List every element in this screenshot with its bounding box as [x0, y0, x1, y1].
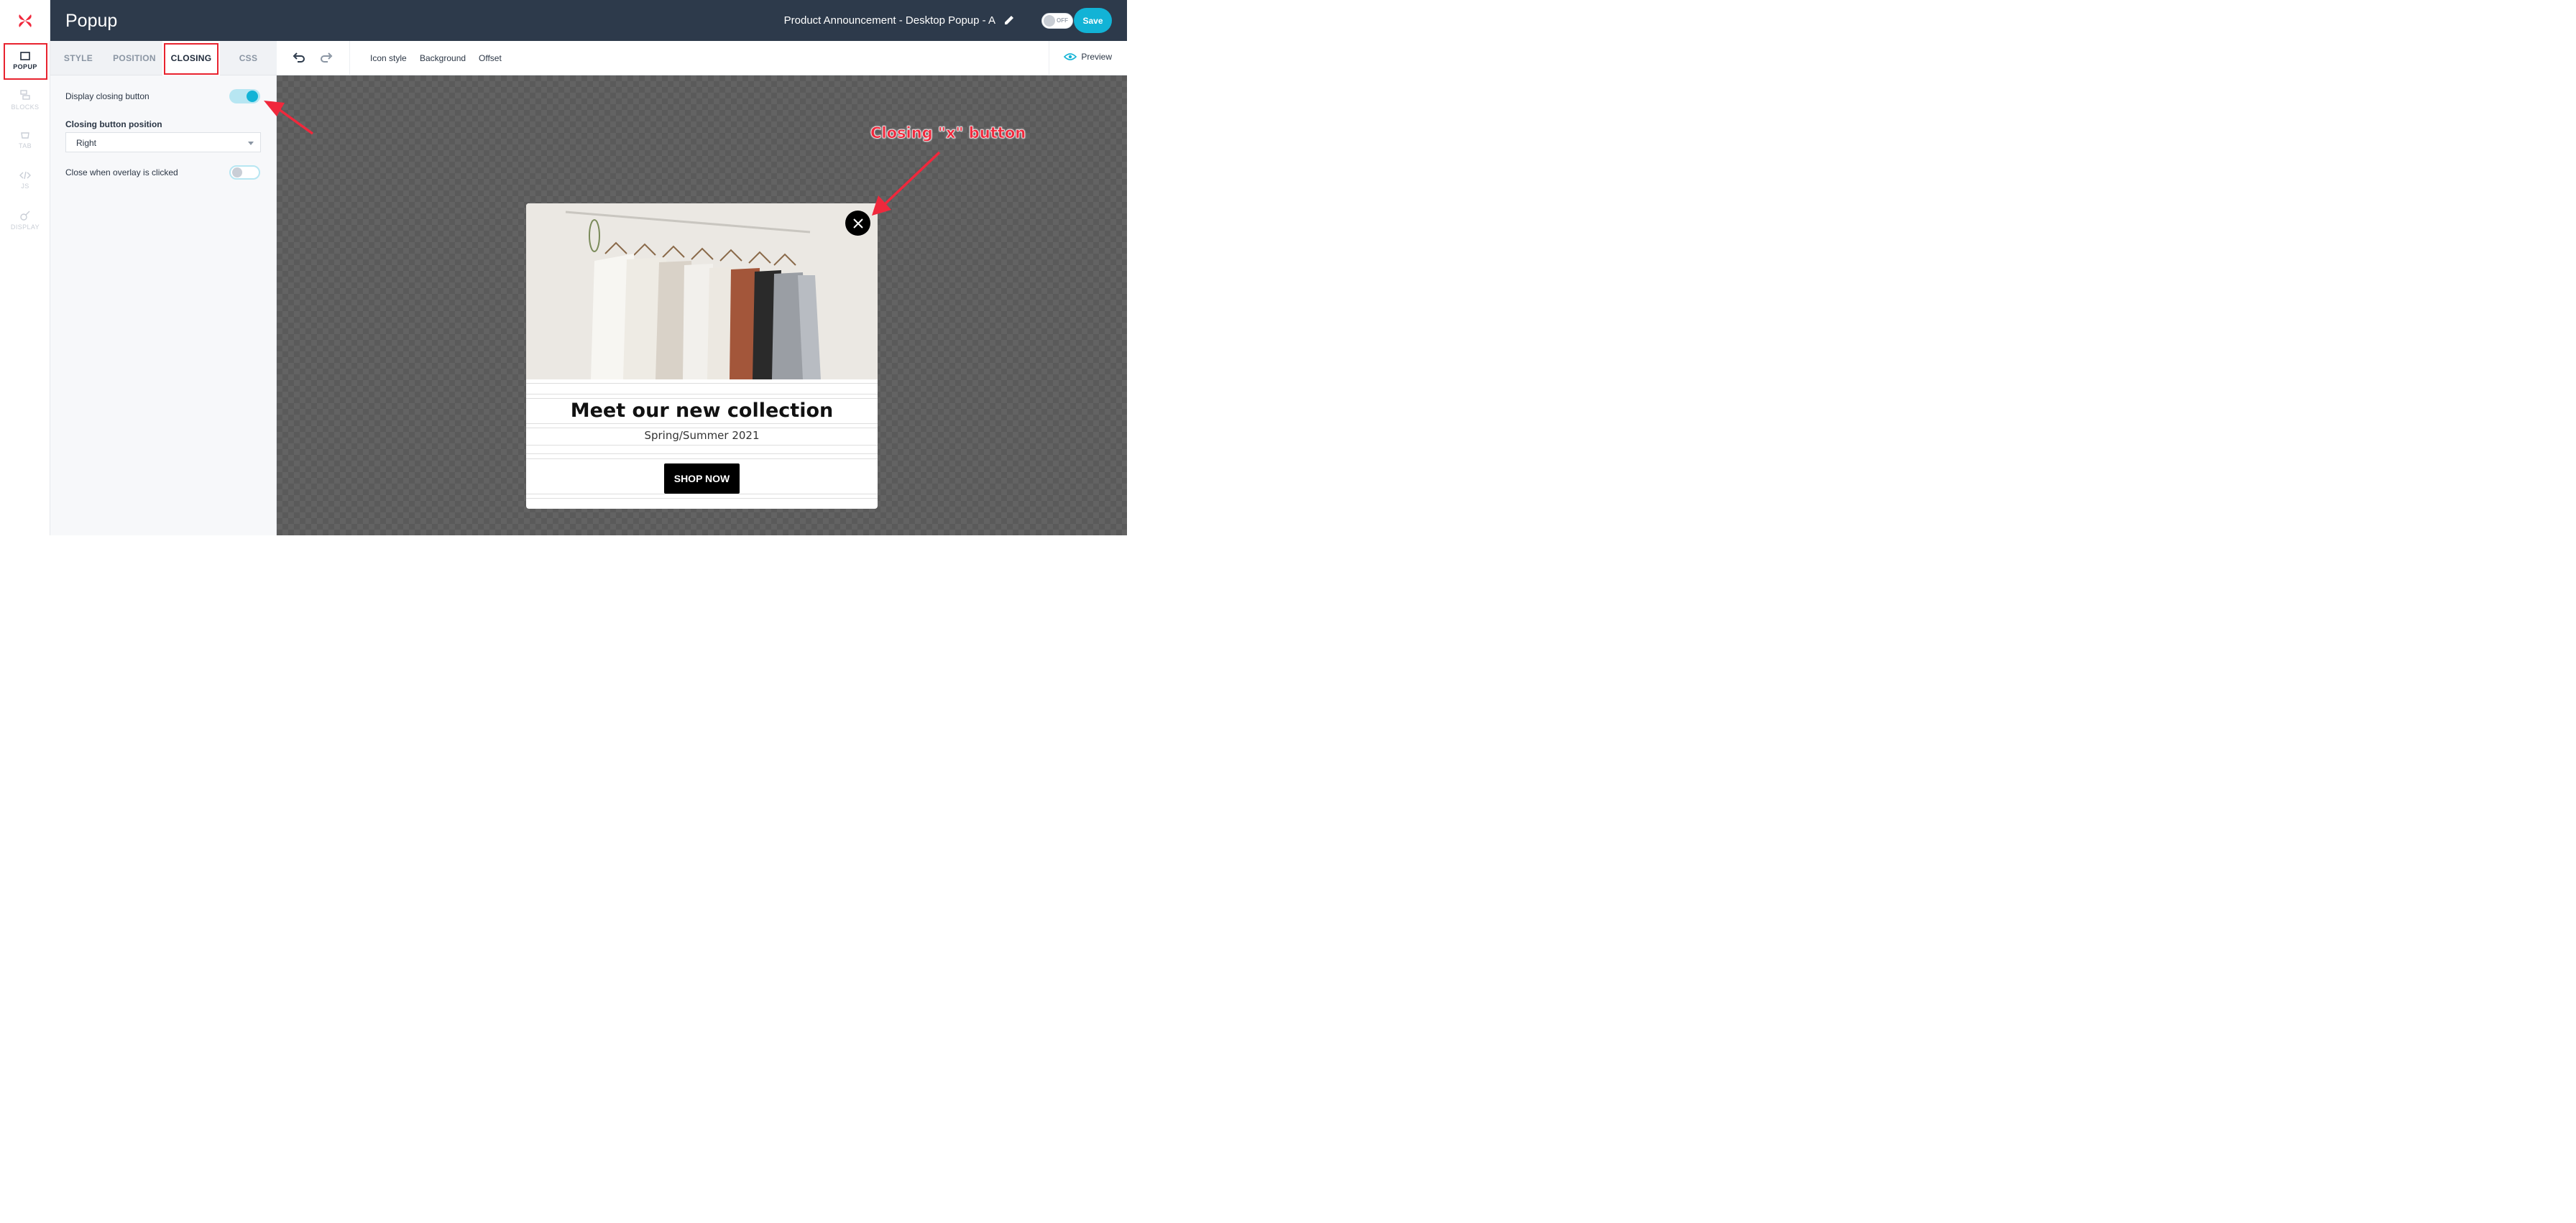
code-icon: [19, 171, 31, 180]
position-select[interactable]: Right: [65, 132, 261, 152]
close-icon: [852, 218, 863, 229]
highlight-box-popup: [4, 43, 47, 80]
pencil-icon[interactable]: [1003, 14, 1016, 27]
rail-item-label: TAB: [18, 142, 32, 149]
rail-item-label: DISPLAY: [10, 223, 40, 231]
top-header: Popup Product Announcement - Desktop Pop…: [50, 0, 1127, 41]
block-divider: [526, 423, 878, 424]
redo-icon[interactable]: [319, 51, 334, 65]
block-divider: [526, 453, 878, 454]
block-divider: [526, 445, 878, 446]
position-value: Right: [76, 138, 97, 148]
page-title: Popup: [65, 11, 118, 31]
shop-now-button[interactable]: SHOP NOW: [664, 463, 740, 494]
tab-style[interactable]: STYLE: [50, 41, 106, 75]
brand-logo[interactable]: [0, 0, 50, 41]
icon-style-link[interactable]: Icon style: [370, 53, 407, 63]
rail-item-tab[interactable]: TAB: [0, 122, 50, 158]
settings-tabs: STYLE POSITION CLOSING CSS: [50, 41, 277, 75]
block-divider: [526, 498, 878, 499]
editor-canvas[interactable]: Meet our new collection Spring/Summer 20…: [277, 75, 1127, 535]
logo-icon: [19, 14, 32, 27]
highlight-box-closing: [164, 43, 218, 75]
publish-toggle[interactable]: OFF: [1041, 13, 1073, 29]
switch-knob: [247, 91, 258, 102]
position-label: Closing button position: [65, 119, 162, 129]
preview-button[interactable]: Preview: [1064, 52, 1112, 62]
switch-knob: [232, 167, 242, 177]
rail-item-js[interactable]: JS: [0, 162, 50, 198]
rail-item-blocks[interactable]: BLOCKS: [0, 82, 50, 118]
tab-css[interactable]: CSS: [220, 41, 277, 75]
blocks-icon: [20, 90, 30, 100]
block-divider: [526, 398, 878, 399]
undo-icon[interactable]: [292, 51, 306, 65]
settings-panel: STYLE POSITION CLOSING CSS Display closi…: [50, 41, 277, 535]
annotation-label: Closing "x" button: [870, 124, 1026, 142]
popup-preview[interactable]: Meet our new collection Spring/Summer 20…: [526, 203, 878, 509]
clothing-rack-illustration: [526, 203, 878, 379]
save-button[interactable]: Save: [1074, 8, 1112, 33]
caret-down-icon: [248, 142, 254, 145]
toolbar-divider: [349, 41, 350, 75]
toggle-knob: [1044, 15, 1055, 27]
display-closing-switch[interactable]: [229, 89, 260, 103]
block-divider: [526, 383, 878, 384]
tab-icon: [21, 132, 29, 139]
overlay-close-label: Close when overlay is clicked: [65, 167, 178, 177]
popup-subtitle[interactable]: Spring/Summer 2021: [526, 429, 878, 442]
block-divider: [526, 458, 878, 459]
editor-toolbar: Icon style Background Offset Preview: [277, 41, 1127, 75]
background-link[interactable]: Background: [420, 53, 466, 63]
left-rail: POPUP BLOCKS TAB JS DISPLAY: [0, 0, 50, 535]
popup-headline[interactable]: Meet our new collection: [526, 400, 878, 422]
toggle-label: OFF: [1057, 17, 1068, 24]
preview-label: Preview: [1081, 52, 1112, 62]
tab-position[interactable]: POSITION: [106, 41, 162, 75]
popup-close-button[interactable]: [845, 211, 870, 236]
rail-item-label: JS: [21, 183, 29, 190]
rail-item-display[interactable]: DISPLAY: [0, 203, 50, 239]
overlay-close-switch[interactable]: [229, 165, 260, 180]
offset-link[interactable]: Offset: [479, 53, 502, 63]
project-name[interactable]: Product Announcement - Desktop Popup - A: [784, 14, 995, 27]
display-icon: [20, 211, 30, 221]
display-closing-label: Display closing button: [65, 91, 150, 101]
clothing-rack-image: [526, 203, 878, 379]
rail-item-label: BLOCKS: [11, 103, 40, 111]
eye-icon: [1064, 53, 1077, 60]
